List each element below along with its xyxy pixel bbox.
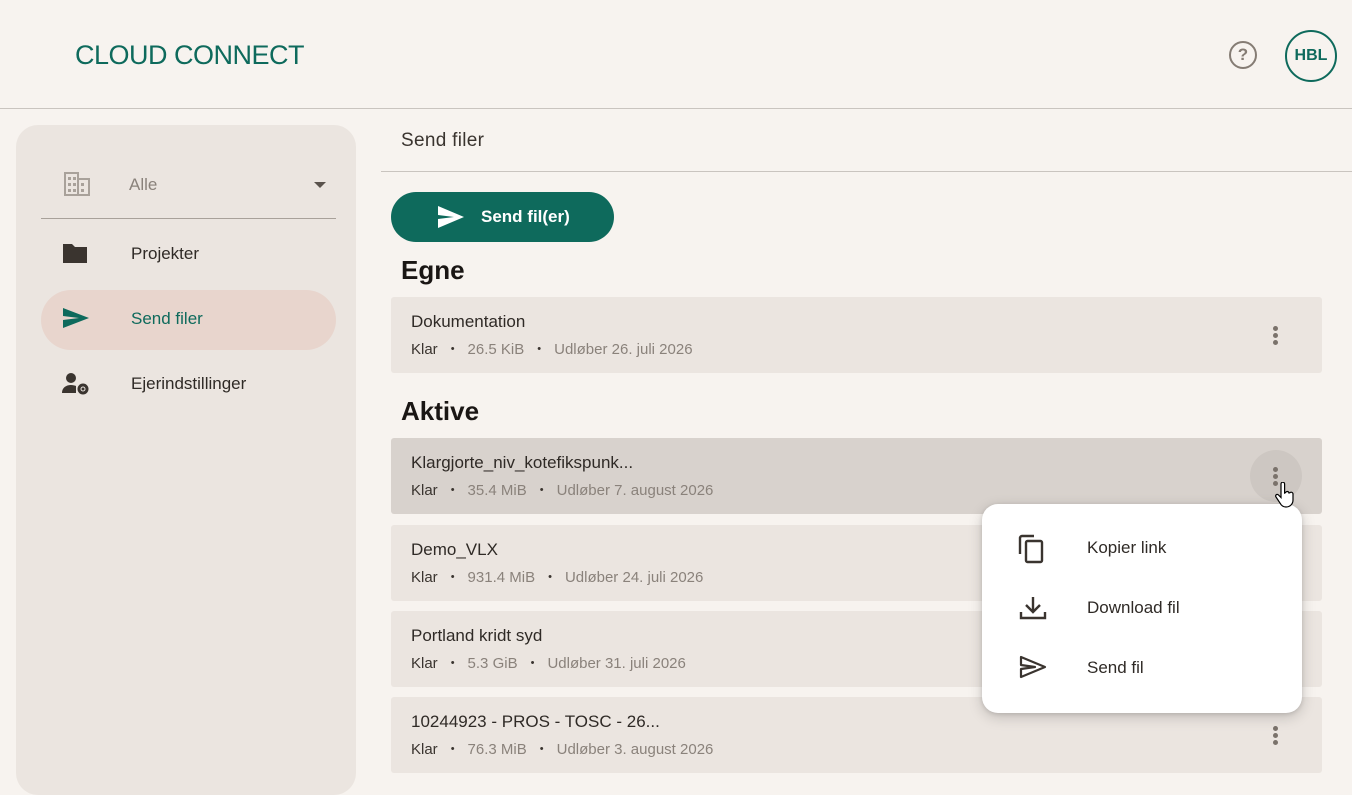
file-status: Klar — [411, 482, 438, 499]
file-card[interactable]: Dokumentation Klar • 26.5 KiB • Udløber 26. … — [391, 297, 1322, 373]
menu-item-download[interactable]: Download fil — [982, 578, 1302, 638]
more-options-icon[interactable] — [1250, 709, 1302, 761]
separator-dot: • — [450, 657, 455, 669]
file-expiry: Udløber 31. juli 2026 — [547, 655, 686, 672]
file-status: Klar — [411, 341, 438, 358]
file-expiry: Udløber 7. august 2026 — [556, 482, 714, 499]
folder-icon — [61, 241, 91, 269]
org-select[interactable]: Alle — [41, 165, 336, 219]
sidebar: Alle Projekter Send filer Ejerindstillin… — [16, 125, 356, 795]
user-avatar[interactable]: HBL — [1285, 30, 1337, 82]
file-name: Klargjorte_niv_kotefikspunk... — [411, 453, 634, 472]
copy-icon — [1018, 534, 1046, 569]
divider — [381, 171, 1352, 172]
file-name: Demo_VLX — [411, 540, 498, 559]
send-files-button[interactable]: Send fil(er) — [391, 192, 614, 242]
separator-dot: • — [450, 743, 455, 755]
file-size: 26.5 KiB — [467, 341, 525, 358]
file-size: 931.4 MiB — [467, 569, 536, 586]
file-expiry: Udløber 24. juli 2026 — [564, 569, 704, 586]
menu-item-label: Download fil — [1087, 598, 1180, 617]
sidebar-item-projekter[interactable]: Projekter — [41, 225, 336, 285]
menu-item-label: Send fil — [1087, 658, 1144, 677]
file-name: Dokumentation — [411, 312, 526, 331]
building-icon — [63, 171, 91, 202]
hand-cursor-icon — [1275, 481, 1295, 513]
file-expiry: Udløber 3. august 2026 — [556, 741, 714, 758]
file-meta: Klar • 35.4 MiB • Udløber 7. august 2026 — [411, 482, 713, 499]
org-select-value: Alle — [129, 175, 158, 194]
separator-dot: • — [530, 657, 535, 669]
separator-dot: • — [450, 343, 455, 355]
file-size: 5.3 GiB — [467, 655, 518, 672]
active-files-heading: Aktive — [401, 396, 480, 426]
sidebar-item-send-filer[interactable]: Send filer — [41, 290, 336, 350]
file-name: Portland kridt syd — [411, 626, 543, 645]
sidebar-item-label: Projekter — [131, 244, 200, 263]
menu-item-copy-link[interactable]: Kopier link — [982, 518, 1302, 578]
file-card[interactable]: Klargjorte_niv_kotefikspunk... Klar • 35.4… — [391, 438, 1322, 514]
app-logo[interactable]: CLOUD CONNECT — [75, 40, 305, 71]
file-size: 35.4 MiB — [467, 482, 527, 499]
file-meta: Klar • 5.3 GiB • Udløber 31. juli 2026 — [411, 655, 686, 672]
file-status: Klar — [411, 569, 438, 586]
send-icon — [61, 306, 91, 334]
separator-dot: • — [537, 343, 542, 355]
separator-dot: • — [539, 743, 544, 755]
more-options-icon[interactable] — [1250, 309, 1302, 361]
context-menu: Kopier link Download fil Send fil — [982, 504, 1302, 713]
chevron-down-icon — [314, 182, 326, 188]
file-status: Klar — [411, 655, 438, 672]
menu-item-send-file[interactable]: Send fil — [982, 638, 1302, 698]
sidebar-item-label: Ejerindstillinger — [131, 374, 247, 393]
menu-item-label: Kopier link — [1087, 538, 1167, 557]
file-meta: Klar • 76.3 MiB • Udløber 3. august 2026 — [411, 741, 713, 758]
separator-dot: • — [450, 571, 455, 583]
file-expiry: Udløber 26. juli 2026 — [554, 341, 693, 358]
separator-dot: • — [548, 571, 552, 583]
own-files-heading: Egne — [401, 255, 465, 285]
download-icon — [1018, 594, 1048, 627]
file-meta: Klar • 931.4 MiB • Udløber 24. juli 2026 — [411, 569, 703, 586]
send-icon — [436, 204, 466, 235]
file-size: 76.3 MiB — [467, 741, 527, 758]
send-files-button-label: Send fil(er) — [481, 207, 570, 226]
sidebar-item-ejerindstillinger[interactable]: Ejerindstillinger — [41, 355, 336, 415]
separator-dot: • — [539, 484, 544, 496]
file-name: 10244923 - PROS - TOSC - 26... — [411, 712, 660, 731]
separator-dot: • — [450, 484, 455, 496]
help-icon[interactable]: ? — [1229, 41, 1257, 69]
user-settings-icon — [61, 371, 91, 399]
page-title: Send filer — [401, 130, 485, 151]
sidebar-item-label: Send filer — [131, 309, 203, 328]
file-meta: Klar • 26.5 KiB • Udløber 26. juli 2026 — [411, 341, 693, 358]
top-bar: CLOUD CONNECT ? HBL — [0, 0, 1352, 109]
file-status: Klar — [411, 741, 438, 758]
send-outline-icon — [1018, 654, 1048, 685]
